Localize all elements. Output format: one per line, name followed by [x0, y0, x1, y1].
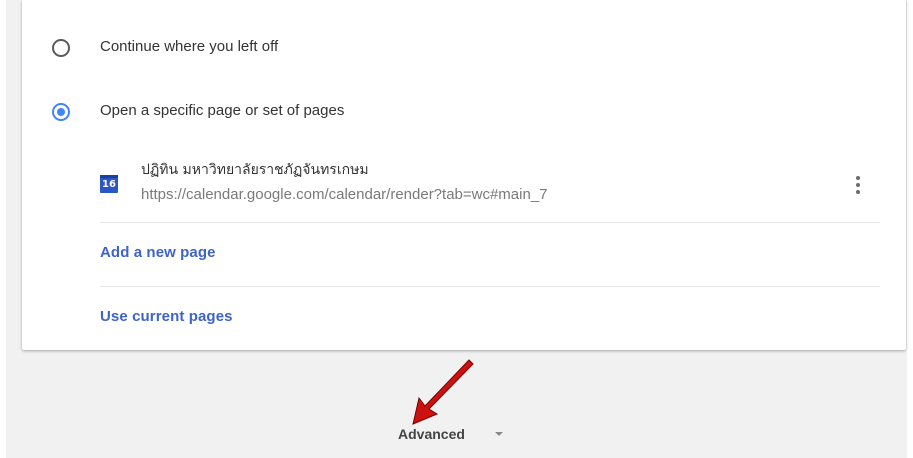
startup-page-entry: 16 ปฏิทิน มหาวิทยาลัยราชภัฏจันทรเกษม htt…	[100, 150, 880, 222]
advanced-label: Advanced	[398, 426, 465, 442]
more-actions-icon[interactable]	[846, 172, 870, 198]
radio-button-unchecked[interactable]	[52, 39, 70, 57]
google-calendar-icon: 16	[100, 175, 118, 193]
divider	[100, 222, 880, 223]
startup-page-title: ปฏิทิน มหาวิทยาลัยราชภัฏจันทรเกษม	[141, 162, 369, 178]
radio-label-continue: Continue where you left off	[100, 38, 279, 55]
annotation-arrow-icon	[412, 359, 474, 425]
more-dot	[856, 176, 860, 180]
on-startup-card: Continue where you left off Open a speci…	[22, 0, 906, 350]
chevron-down-icon	[494, 432, 503, 436]
radio-button-checked[interactable]	[52, 103, 70, 121]
radio-continue-where-left-off[interactable]: Continue where you left off	[22, 28, 906, 68]
more-dot	[856, 183, 860, 187]
divider	[100, 286, 880, 287]
add-new-page-link[interactable]: Add a new page	[100, 244, 216, 261]
radio-open-specific-pages[interactable]: Open a specific page or set of pages	[22, 92, 906, 132]
radio-label-open-specific: Open a specific page or set of pages	[100, 102, 345, 119]
advanced-settings-toggle[interactable]: Advanced	[398, 424, 503, 444]
more-dot	[856, 190, 860, 194]
startup-page-url: https://calendar.google.com/calendar/ren…	[141, 186, 548, 203]
use-current-pages-link[interactable]: Use current pages	[100, 308, 233, 325]
